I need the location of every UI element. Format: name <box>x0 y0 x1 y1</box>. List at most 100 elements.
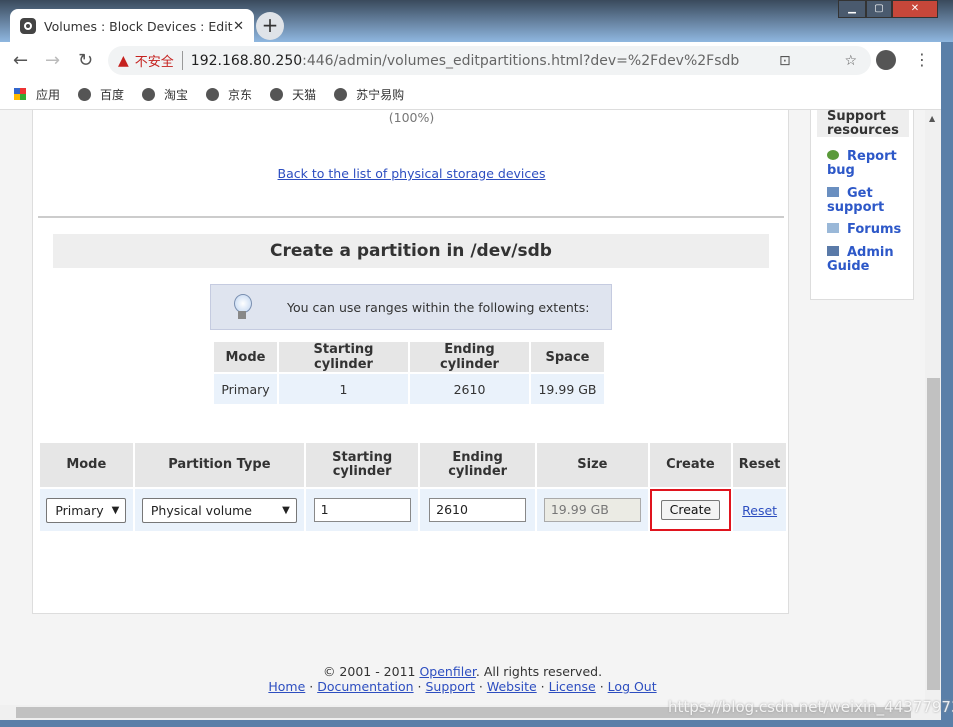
page-content: (100%) Back to the list of physical stor… <box>0 110 925 705</box>
close-tab-icon[interactable]: ✕ <box>233 19 244 34</box>
bookmark-label: 淘宝 <box>164 87 189 102</box>
reload-icon[interactable]: ↻ <box>78 50 93 71</box>
divider <box>38 216 784 218</box>
bookmark-label: 苏宁易购 <box>356 87 405 102</box>
mode-select[interactable]: Primary ▼ <box>46 497 127 523</box>
close-window-icon[interactable]: ✕ <box>892 0 938 18</box>
back-to-devices-link[interactable]: Back to the list of physical storage dev… <box>278 166 546 181</box>
col-header: Starting cylinder <box>306 443 419 487</box>
footer-link-website[interactable]: Website <box>487 679 537 694</box>
insecure-label: 不安全 <box>135 51 183 70</box>
footer-link-documentation[interactable]: Documentation <box>317 679 413 694</box>
copyright-suffix: . All rights reserved. <box>475 664 603 679</box>
browser-tab[interactable]: Volumes : Block Devices : Edit ✕ <box>10 9 254 43</box>
bookmark[interactable]: 京东 <box>206 86 252 103</box>
tab-favicon-icon <box>20 18 36 34</box>
address-bar[interactable]: ▲ 不安全 192.168.80.250:446/admin/volumes_edi… <box>108 46 871 75</box>
footer: © 2001 - 2011 Openfiler. All rights rese… <box>268 664 657 694</box>
sidebar-title: Support resources <box>817 110 909 137</box>
scroll-up-icon[interactable]: ▲ <box>929 114 935 123</box>
mode-value: Primary <box>55 502 104 518</box>
col-header: Create <box>649 443 732 487</box>
sidebar-item-get-support[interactable]: Get support <box>827 187 912 215</box>
book-icon <box>827 246 839 256</box>
reset-link[interactable]: Reset <box>742 503 777 518</box>
vertical-scroll-thumb[interactable] <box>927 378 940 690</box>
globe-icon <box>334 87 348 101</box>
lightbulb-icon <box>233 294 252 320</box>
new-tab-button[interactable]: + <box>256 12 284 40</box>
table-row: Primary 1 2610 19.99 GB <box>214 374 604 404</box>
create-partition-form: Mode Partition Type Starting cylinder Endin… <box>38 441 788 533</box>
col-header: Space <box>531 342 604 372</box>
mail-icon <box>827 223 839 233</box>
url-host: 192.168.80.250 <box>190 52 303 69</box>
watermark: https://blog.csdn.net/weixin_44377973 <box>668 698 953 716</box>
section-title: Create a partition in /dev/sdb <box>53 234 769 268</box>
usage-percent: (100%) <box>388 110 435 125</box>
sidebar-item-admin-guide[interactable]: Admin Guide <box>827 246 912 274</box>
col-header: Reset <box>733 443 786 487</box>
translate-icon[interactable]: ⊡ <box>779 53 791 69</box>
col-header: Mode <box>214 342 277 372</box>
bookmark[interactable]: 天猫 <box>270 86 316 103</box>
support-icon <box>827 187 839 197</box>
bookmark[interactable]: 苏宁易购 <box>334 86 404 103</box>
bookmark-apps[interactable]: 应用 <box>14 86 60 103</box>
apps-icon <box>14 88 26 100</box>
cell: 1 <box>279 374 408 404</box>
support-sidebar: Support resources Report bug Get support… <box>810 110 914 300</box>
maximize-icon[interactable]: ▢ <box>866 0 892 18</box>
bug-icon <box>827 150 839 160</box>
cell: 2610 <box>410 374 529 404</box>
minimize-icon[interactable]: ▁ <box>838 0 866 18</box>
col-header: Partition Type <box>134 443 305 487</box>
table-row: Primary ▼ Physical volume ▼ 1 2610 19.99 G… <box>40 489 786 531</box>
dropdown-arrow-icon: ▼ <box>111 504 120 516</box>
openfiler-link[interactable]: Openfiler <box>419 664 475 679</box>
copyright: © 2001 - 2011 <box>322 664 420 679</box>
size-input: 19.99 GB <box>543 498 641 522</box>
globe-icon <box>142 87 156 101</box>
footer-link-home[interactable]: Home <box>268 679 305 694</box>
profile-avatar[interactable] <box>876 50 896 70</box>
cell: 19.99 GB <box>531 374 604 404</box>
partition-type-select[interactable]: Physical volume ▼ <box>141 497 297 523</box>
ending-cylinder-input[interactable]: 2610 <box>429 498 527 522</box>
col-header: Ending cylinder <box>410 342 529 372</box>
info-text: You can use ranges within the following … <box>287 299 590 315</box>
bookmark-label: 京东 <box>228 87 253 102</box>
create-button[interactable]: Create <box>660 500 721 520</box>
menu-icon[interactable]: ⋮ <box>914 50 930 69</box>
footer-link-license[interactable]: License <box>549 679 596 694</box>
tab-title: Volumes : Block Devices : Edit <box>44 18 233 34</box>
warning-icon: ▲ <box>118 52 129 69</box>
col-header: Mode <box>40 443 133 487</box>
bookmark-label: 天猫 <box>292 87 317 102</box>
extents-table: Mode Starting cylinder Ending cylinder Spac… <box>212 340 606 406</box>
bookmark[interactable]: 淘宝 <box>142 86 188 103</box>
sidebar-item-report-bug[interactable]: Report bug <box>827 150 912 178</box>
partition-type-value: Physical volume <box>150 502 252 518</box>
footer-link-logout[interactable]: Log Out <box>608 679 657 694</box>
bookmark-label: 百度 <box>100 87 125 102</box>
col-header: Size <box>537 443 648 487</box>
cell: Primary <box>214 374 277 404</box>
main-panel: (100%) Back to the list of physical stor… <box>32 110 789 614</box>
forward-icon[interactable]: → <box>45 50 60 71</box>
bookmark[interactable]: 百度 <box>78 86 124 103</box>
star-icon[interactable]: ☆ <box>844 53 857 69</box>
back-icon[interactable]: ← <box>13 50 28 71</box>
globe-icon <box>78 87 92 101</box>
globe-icon <box>270 87 284 101</box>
highlight-box: Create <box>649 489 732 531</box>
footer-link-support[interactable]: Support <box>426 679 475 694</box>
starting-cylinder-input[interactable]: 1 <box>313 498 411 522</box>
window-controls: ▁ ▢ ✕ <box>838 0 938 18</box>
browser-toolbar: ← → ↻ ▲ 不安全 192.168.80.250:446/admin/volum… <box>0 42 941 79</box>
sidebar-item-label: Forums <box>847 222 902 237</box>
sidebar-item-forums[interactable]: Forums <box>827 223 912 237</box>
bookmark-label: 应用 <box>36 87 61 102</box>
url-path: :446/admin/volumes_editpartitions.html?d… <box>302 52 740 69</box>
col-header: Ending cylinder <box>420 443 536 487</box>
